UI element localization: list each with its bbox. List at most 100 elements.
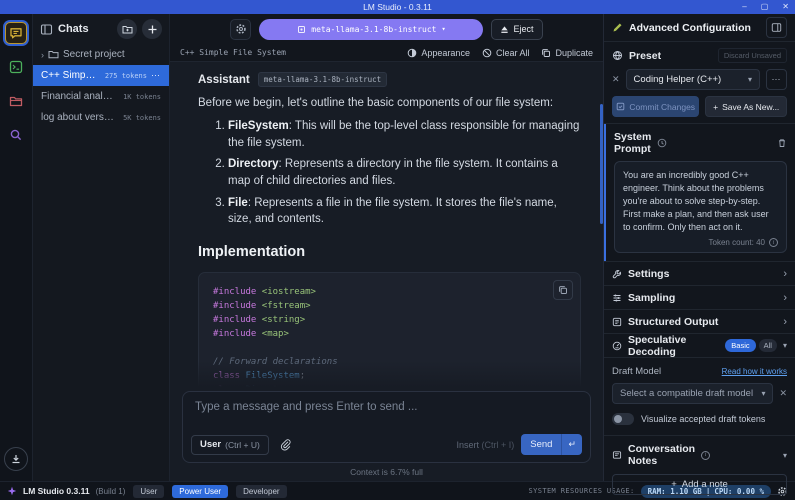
implementation-heading: Implementation bbox=[198, 244, 583, 260]
settings-accordion[interactable]: Settings › bbox=[604, 262, 795, 286]
window-title: LM Studio - 0.3.11 bbox=[363, 2, 432, 12]
panel-header: Advanced Configuration bbox=[604, 14, 795, 42]
preset-select[interactable]: Coding Helper (C++) ▾ bbox=[626, 69, 760, 90]
save-as-new-button[interactable]: + Save As New... bbox=[705, 96, 787, 117]
nav-discover-button[interactable] bbox=[5, 124, 27, 146]
draft-model-select[interactable]: Select a compatible draft model ▾ bbox=[612, 383, 773, 404]
new-folder-button[interactable] bbox=[117, 19, 137, 39]
token-count: Token count: 40 i bbox=[623, 238, 778, 247]
message-composer[interactable]: Type a message and press Enter to send .… bbox=[182, 391, 591, 463]
speculative-decoding-accordion[interactable]: Speculative Decoding Basic All ▾ bbox=[604, 334, 795, 358]
system-prompt-header: System Prompt bbox=[614, 131, 787, 155]
code-line: // Forward declarations bbox=[213, 355, 566, 369]
chevron-right-icon: › bbox=[41, 50, 44, 60]
scrollbar-thumb[interactable] bbox=[600, 104, 603, 224]
new-chat-button[interactable] bbox=[142, 19, 162, 39]
commit-changes-button[interactable]: Commit Changes bbox=[612, 96, 699, 117]
appearance-icon bbox=[407, 48, 417, 58]
chat-item-menu-button[interactable]: ⋯ bbox=[151, 70, 161, 81]
preset-section: Preset Discard Unsaved ✕ Coding Helper (… bbox=[604, 42, 795, 124]
add-note-button[interactable]: + Add a note bbox=[612, 474, 787, 495]
trash-icon[interactable] bbox=[777, 138, 787, 148]
toggle-knob bbox=[614, 415, 622, 423]
downloads-button[interactable] bbox=[4, 447, 28, 471]
send-button[interactable]: Send ↵ bbox=[521, 434, 582, 455]
plus-icon: + bbox=[713, 102, 718, 112]
attach-file-button[interactable] bbox=[276, 435, 296, 455]
appearance-button[interactable]: Appearance bbox=[407, 48, 470, 58]
preset-menu-button[interactable]: ⋯ bbox=[766, 69, 787, 90]
conversation-notes-section: Conversation Notes i ▾ + Add a note bbox=[604, 436, 795, 500]
chat-list-item[interactable]: log about version of ...5K tokens bbox=[33, 107, 169, 128]
chat-column: meta-llama-3.1-8b-instruct ▾ Eject C++ S… bbox=[170, 14, 603, 481]
message-model-badge: meta-llama-3.1-8b-instruct bbox=[258, 72, 387, 87]
close-button[interactable]: ✕ bbox=[782, 0, 789, 14]
nav-developer-button[interactable] bbox=[5, 56, 27, 78]
model-chip-icon bbox=[297, 25, 306, 34]
mode-power-user-button[interactable]: Power User bbox=[172, 485, 228, 498]
download-icon bbox=[10, 453, 22, 465]
chevron-right-icon: › bbox=[783, 292, 787, 304]
maximize-button[interactable]: ▢ bbox=[761, 0, 769, 14]
all-pill[interactable]: All bbox=[759, 339, 777, 352]
basic-pill[interactable]: Basic bbox=[725, 339, 755, 352]
braces-icon bbox=[612, 317, 622, 327]
eject-label: Eject bbox=[513, 24, 533, 34]
send-return-icon[interactable]: ↵ bbox=[561, 434, 582, 455]
draft-model-area: Draft Model Read how it works Select a c… bbox=[604, 358, 795, 435]
component-list-item: Directory: Represents a directory in the… bbox=[228, 156, 583, 189]
notes-label: Conversation Notes bbox=[628, 443, 695, 467]
chat-list-item[interactable]: C++ Simple File System275 tokens⋯ bbox=[33, 65, 169, 86]
composer-placeholder: Type a message and press Enter to send .… bbox=[195, 401, 417, 413]
discard-unsaved-button[interactable]: Discard Unsaved bbox=[718, 48, 787, 63]
structured-output-accordion[interactable]: Structured Output › bbox=[604, 310, 795, 334]
chevron-down-icon: ▾ bbox=[761, 389, 765, 398]
nav-chat-button[interactable] bbox=[5, 22, 27, 44]
pencil-icon bbox=[612, 22, 623, 33]
folder-icon bbox=[9, 94, 23, 108]
mode-developer-button[interactable]: Developer bbox=[236, 485, 286, 498]
speculative-decoding-label: Speculative Decoding bbox=[628, 334, 719, 358]
system-prompt-section: System Prompt You are an incredibly good… bbox=[604, 124, 795, 262]
main-area: Chats ›Secret projectC++ Simple File Sys… bbox=[0, 14, 795, 481]
role-user-button[interactable]: User (Ctrl + U) bbox=[191, 435, 269, 455]
chevron-down-icon: ▾ bbox=[748, 75, 752, 84]
duplicate-button[interactable]: Duplicate bbox=[541, 48, 593, 58]
clear-all-button[interactable]: Clear All bbox=[482, 48, 530, 58]
chat-item-label: Financial analysis bbox=[41, 91, 115, 102]
build-number: (Build 1) bbox=[96, 487, 126, 496]
code-line: #include <iostream> bbox=[213, 285, 566, 299]
collapse-panel-button[interactable] bbox=[766, 17, 787, 38]
visualize-toggle[interactable] bbox=[612, 413, 634, 425]
token-count-label: Token count: 40 bbox=[709, 238, 765, 247]
loaded-model-pill[interactable]: meta-llama-3.1-8b-instruct ▾ bbox=[259, 19, 483, 40]
eject-button[interactable]: Eject bbox=[491, 19, 542, 40]
left-rail bbox=[0, 14, 33, 481]
component-list-item: FileSystem: This will be the top-level c… bbox=[228, 118, 583, 151]
sampling-accordion[interactable]: Sampling › bbox=[604, 286, 795, 310]
chevron-down-icon: ▾ bbox=[783, 341, 787, 350]
preset-label: Preset bbox=[629, 50, 712, 62]
copy-code-button[interactable] bbox=[553, 280, 573, 300]
clear-all-icon bbox=[482, 48, 492, 58]
component-term: Directory bbox=[228, 158, 279, 170]
mode-user-button[interactable]: User bbox=[133, 485, 164, 498]
insert-button[interactable]: Insert (Ctrl + I) bbox=[456, 440, 514, 450]
commit-changes-label: Commit Changes bbox=[629, 102, 695, 112]
add-note-label: Add a note bbox=[682, 479, 728, 490]
clear-preset-button[interactable]: ✕ bbox=[612, 74, 620, 85]
read-how-it-works-link[interactable]: Read how it works bbox=[722, 367, 787, 376]
system-prompt-editor[interactable]: You are an incredibly good C++ engineer.… bbox=[614, 161, 787, 253]
message-area: Assistant meta-llama-3.1-8b-instruct Bef… bbox=[170, 62, 603, 387]
minimize-button[interactable]: – bbox=[742, 0, 746, 14]
visualize-toggle-row: Visualize accepted draft tokens bbox=[612, 413, 787, 425]
model-settings-button[interactable] bbox=[230, 19, 251, 40]
nav-my-models-button[interactable] bbox=[5, 90, 27, 112]
preset-icon bbox=[612, 50, 623, 61]
chat-list-item[interactable]: Financial analysis1K tokens bbox=[33, 86, 169, 107]
chat-item-label: C++ Simple File System bbox=[41, 70, 97, 81]
clear-draft-button[interactable]: ✕ bbox=[779, 388, 787, 399]
notes-header[interactable]: Conversation Notes i ▾ bbox=[612, 443, 787, 467]
sidebar-panel-icon bbox=[40, 23, 53, 36]
chat-folder-item[interactable]: ›Secret project bbox=[33, 44, 169, 65]
